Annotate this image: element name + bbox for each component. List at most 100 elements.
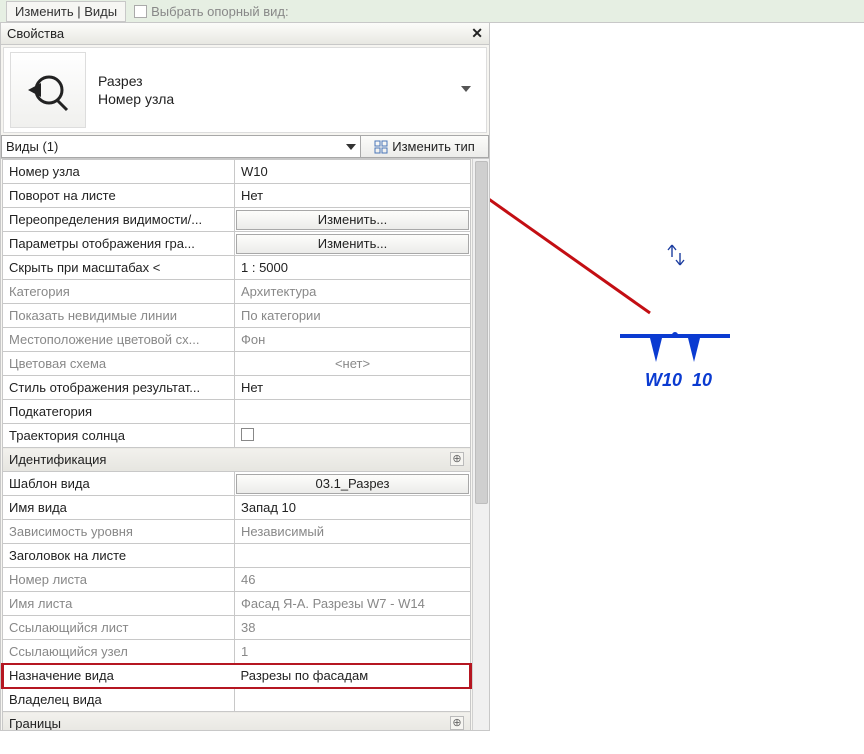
lbl-view-owner: Владелец вида — [3, 688, 235, 712]
val-ref-node: 1 — [235, 640, 471, 664]
group-bounds[interactable]: Границы ⊕ — [3, 712, 471, 731]
lbl-sun-path: Траектория солнца — [3, 424, 235, 448]
row-ref-node: Ссылающийся узел 1 — [3, 640, 471, 664]
val-view-owner[interactable] — [235, 688, 471, 712]
lbl-color-scheme: Цветовая схема — [3, 352, 235, 376]
row-view-name[interactable]: Имя вида Запад 10 — [3, 496, 471, 520]
row-sheet-number: Номер листа 46 — [3, 568, 471, 592]
type-family-label: Разрез — [98, 72, 448, 90]
group-bounds-label: Границы — [9, 716, 61, 730]
val-result-style[interactable]: Нет — [235, 376, 471, 400]
type-type-label: Номер узла — [98, 90, 448, 108]
sun-path-checkbox[interactable] — [241, 428, 254, 441]
collapse-icon[interactable]: ⊕ — [450, 716, 464, 730]
group-identification[interactable]: Идентификация ⊕ — [3, 448, 471, 472]
row-hidden-lines: Показать невидимые линии По категории — [3, 304, 471, 328]
val-view-name[interactable]: Запад 10 — [235, 496, 471, 520]
val-sun-path[interactable] — [235, 424, 471, 448]
lbl-color-scheme-location: Местоположение цветовой сх... — [3, 328, 235, 352]
panel-title-bar: Свойства ✕ — [1, 23, 489, 45]
lbl-view-template: Шаблон вида — [3, 472, 235, 496]
row-color-scheme: Цветовая схема <нет> — [3, 352, 471, 376]
row-subcategory[interactable]: Подкатегория — [3, 400, 471, 424]
lbl-display-params: Параметры отображения гра... — [3, 232, 235, 256]
panel-title-text: Свойства — [7, 26, 64, 41]
row-rotation[interactable]: Поворот на листе Нет — [3, 184, 471, 208]
edit-type-icon — [374, 140, 388, 154]
val-sheet-title[interactable] — [235, 544, 471, 568]
secondary-label: Выбрать опорный вид: — [151, 4, 288, 19]
row-view-owner[interactable]: Владелец вида — [3, 688, 471, 712]
val-hidden-lines: По категории — [235, 304, 471, 328]
val-node-number[interactable]: W10 — [235, 160, 471, 184]
scrollbar-thumb[interactable] — [475, 161, 488, 504]
row-level-dependency: Зависимость уровня Независимый — [3, 520, 471, 544]
properties-panel: Свойства ✕ Разрез Номер узла Виды (1) — [0, 23, 490, 731]
row-hide-scale[interactable]: Скрыть при масштабах < 1 : 5000 — [3, 256, 471, 280]
row-visibility-overrides[interactable]: Переопределения видимости/... Изменить..… — [3, 208, 471, 232]
val-rotation[interactable]: Нет — [235, 184, 471, 208]
lbl-ref-node: Ссылающийся узел — [3, 640, 235, 664]
row-sheet-name: Имя листа Фасад Я-А. Разрезы W7 - W14 — [3, 592, 471, 616]
val-color-scheme[interactable]: <нет> — [235, 352, 471, 376]
close-icon[interactable]: ✕ — [469, 25, 485, 42]
lbl-sheet-title: Заголовок на листе — [3, 544, 235, 568]
lbl-sheet-name: Имя листа — [3, 592, 235, 616]
ribbon-strip: Изменить | Виды Выбрать опорный вид: — [0, 0, 864, 23]
lbl-hidden-lines: Показать невидимые линии — [3, 304, 235, 328]
drawing-canvas[interactable]: W10 10 — [490, 23, 864, 731]
scrollbar[interactable] — [472, 159, 489, 730]
row-color-scheme-location: Местоположение цветовой сх... Фон — [3, 328, 471, 352]
edit-type-button[interactable]: Изменить тип — [361, 135, 489, 158]
val-hide-scale[interactable]: 1 : 5000 — [235, 256, 471, 280]
instance-selector-text: Виды (1) — [6, 139, 58, 154]
val-sheet-number: 46 — [235, 568, 471, 592]
lbl-category: Категория — [3, 280, 235, 304]
val-category: Архитектура — [235, 280, 471, 304]
chevron-down-icon[interactable] — [460, 83, 474, 97]
lbl-view-name: Имя вида — [3, 496, 235, 520]
display-params-button[interactable]: Изменить... — [236, 234, 469, 254]
lbl-sheet-number: Номер листа — [3, 568, 235, 592]
val-sheet-name: Фасад Я-А. Разрезы W7 - W14 — [235, 592, 471, 616]
lbl-ref-sheet: Ссылающийся лист — [3, 616, 235, 640]
property-grid: Номер узла W10 Поворот на листе Нет Пере… — [1, 159, 489, 730]
collapse-icon[interactable]: ⊕ — [450, 452, 464, 466]
visibility-overrides-button[interactable]: Изменить... — [236, 210, 469, 230]
edit-type-label: Изменить тип — [392, 139, 475, 154]
section-label-right: 10 — [692, 370, 712, 390]
view-template-button[interactable]: 03.1_Разрез — [236, 474, 469, 494]
row-category: Категория Архитектура — [3, 280, 471, 304]
val-ref-sheet: 38 — [235, 616, 471, 640]
lbl-view-purpose: Назначение вида — [3, 664, 235, 688]
row-display-params[interactable]: Параметры отображения гра... Изменить... — [3, 232, 471, 256]
group-identification-label: Идентификация — [9, 452, 106, 467]
secondary-tab: Выбрать опорный вид: — [134, 4, 288, 19]
section-marker[interactable]: W10 10 — [610, 308, 750, 398]
lbl-node-number: Номер узла — [3, 160, 235, 184]
lbl-result-style: Стиль отображения результат... — [3, 376, 235, 400]
chevron-down-icon — [346, 142, 356, 152]
section-label-left: W10 — [645, 370, 682, 390]
val-view-purpose[interactable]: Разрезы по фасадам — [235, 664, 471, 688]
row-sheet-title[interactable]: Заголовок на листе — [3, 544, 471, 568]
scroll-arrows-icon — [666, 243, 686, 267]
val-subcategory[interactable] — [235, 400, 471, 424]
type-labels: Разрез Номер узла — [98, 72, 448, 108]
lbl-hide-scale: Скрыть при масштабах < — [3, 256, 235, 280]
row-sun-path[interactable]: Траектория солнца — [3, 424, 471, 448]
instance-selector[interactable]: Виды (1) — [1, 135, 361, 158]
val-level-dependency: Независимый — [235, 520, 471, 544]
row-ref-sheet: Ссылающийся лист 38 — [3, 616, 471, 640]
ref-view-checkbox[interactable] — [134, 5, 147, 18]
row-view-purpose[interactable]: Назначение вида Разрезы по фасадам — [3, 664, 471, 688]
section-type-icon — [10, 52, 86, 128]
type-selector[interactable]: Разрез Номер узла — [3, 47, 487, 133]
row-view-template[interactable]: Шаблон вида 03.1_Разрез — [3, 472, 471, 496]
lbl-visibility-overrides: Переопределения видимости/... — [3, 208, 235, 232]
lbl-subcategory: Подкатегория — [3, 400, 235, 424]
row-result-style[interactable]: Стиль отображения результат... Нет — [3, 376, 471, 400]
val-color-scheme-location: Фон — [235, 328, 471, 352]
row-node-number[interactable]: Номер узла W10 — [3, 160, 471, 184]
tab-modify-views[interactable]: Изменить | Виды — [6, 1, 126, 22]
